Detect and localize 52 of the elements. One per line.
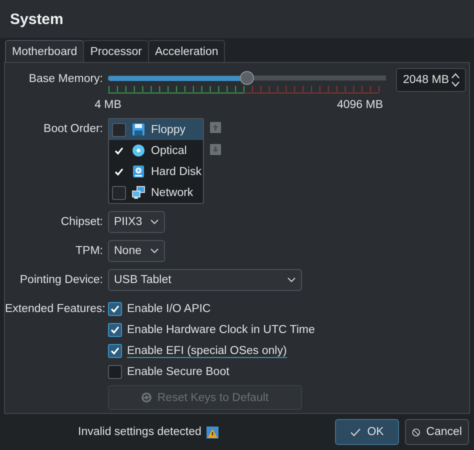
- max-label: 4096 MB: [336, 99, 384, 111]
- checkmark-icon: [110, 304, 120, 314]
- ok-button[interactable]: OK: [335, 419, 399, 445]
- cancel-button[interactable]: Cancel: [405, 419, 469, 445]
- field-label: Boot Order:: [42, 122, 103, 137]
- floppy-icon: [132, 123, 145, 136]
- field-label: Chipset:: [60, 215, 103, 230]
- field-label: Base Memory:: [28, 72, 103, 87]
- checkbox[interactable]: [112, 186, 126, 200]
- tab[interactable]: Processor: [83, 40, 149, 62]
- up-arrow-icon: [212, 124, 219, 131]
- cancel-icon: [412, 426, 420, 438]
- network-icon: [132, 186, 145, 199]
- down-arrow-icon: [212, 146, 219, 153]
- checkmark-icon: [350, 428, 362, 436]
- min-label: 4 MB: [94, 99, 122, 111]
- boot-item[interactable]: Optical: [109, 140, 203, 161]
- boot-item[interactable]: Network: [109, 182, 203, 203]
- checkbox[interactable]: [108, 302, 122, 316]
- spin-arrows-icon: [451, 72, 460, 88]
- tab[interactable]: Motherboard: [5, 40, 84, 62]
- field-label: TPM:: [74, 244, 103, 259]
- checkmark-icon: [110, 346, 120, 356]
- checkbox[interactable]: [108, 323, 122, 337]
- chevron-down-icon: [150, 219, 160, 225]
- checkmark-icon: [114, 146, 124, 156]
- checkbox-label[interactable]: Enable EFI (special OSes only): [127, 344, 287, 358]
- warning-icon: [206, 426, 220, 438]
- refresh-icon: [141, 392, 152, 403]
- checkbox[interactable]: [112, 122, 126, 136]
- checkmark-icon: [114, 166, 124, 176]
- tpm-dropdown[interactable]: None: [108, 240, 164, 262]
- chevron-down-icon: [150, 248, 158, 254]
- boot-item[interactable]: Hard Disk: [109, 161, 203, 182]
- checkbox[interactable]: [108, 344, 122, 358]
- checkmark-icon: [110, 325, 120, 335]
- slider-thumb[interactable]: [240, 71, 254, 85]
- window-title: System: [10, 10, 64, 28]
- chevron-down-icon: [287, 277, 296, 283]
- disc-icon: [132, 144, 145, 157]
- checkbox[interactable]: [108, 365, 122, 379]
- status-message: Invalid settings detected: [78, 426, 202, 438]
- checkbox-label[interactable]: Enable Secure Boot: [127, 366, 230, 378]
- checkbox-label[interactable]: Enable I/O APIC: [127, 303, 211, 315]
- field-label: Extended Features:: [5, 302, 103, 317]
- field-label: Pointing Device:: [18, 273, 103, 288]
- tab[interactable]: Acceleration: [148, 40, 226, 62]
- memory-spinbox[interactable]: 2048 MB: [396, 68, 466, 92]
- chipset-dropdown[interactable]: PIIX3: [108, 211, 166, 233]
- pointing-device-dropdown[interactable]: USB Tablet: [108, 269, 302, 291]
- boot-item[interactable]: Floppy: [109, 119, 203, 140]
- checkbox-label[interactable]: Enable Hardware Clock in UTC Time: [127, 324, 315, 336]
